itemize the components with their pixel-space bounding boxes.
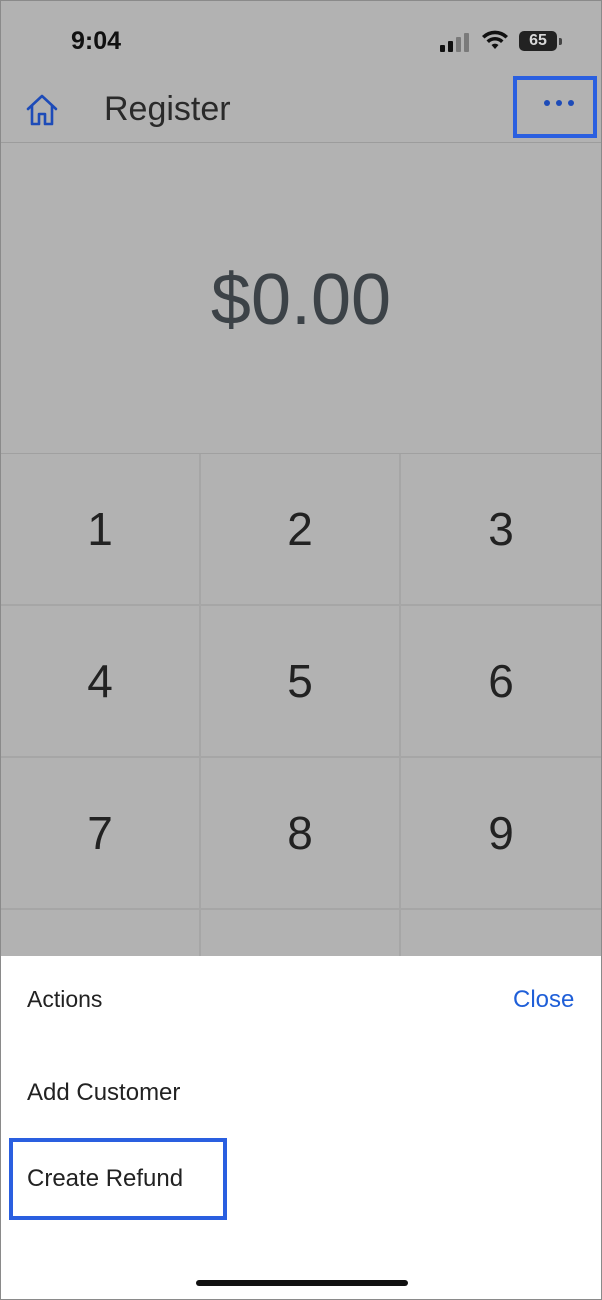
wifi-icon <box>482 30 508 49</box>
keypad-key-2[interactable]: 2 <box>201 454 401 606</box>
keypad-key-6[interactable]: 6 <box>401 606 601 758</box>
navigation-bar: Register <box>1 76 601 143</box>
more-options-button[interactable] <box>513 76 597 138</box>
ellipsis-icon <box>544 100 574 108</box>
home-indicator[interactable] <box>196 1280 408 1286</box>
phone-screen: 9:04 65 Register $0.00 1 2 3 4 5 6 7 8 9… <box>0 0 602 1300</box>
dimmed-register-screen: 9:04 65 Register $0.00 1 2 3 4 5 6 7 8 9 <box>1 1 601 1062</box>
cellular-signal-icon <box>440 32 470 52</box>
amount-display: $0.00 <box>210 260 392 340</box>
battery-level: 65 <box>529 32 547 49</box>
keypad-key-1[interactable]: 1 <box>1 454 201 606</box>
battery-icon: 65 <box>519 31 562 51</box>
keypad-key-4[interactable]: 4 <box>1 606 201 758</box>
home-icon[interactable] <box>23 91 61 129</box>
keypad-key-7[interactable]: 7 <box>1 758 201 910</box>
sheet-title: Actions <box>27 986 103 1012</box>
keypad-key-9[interactable]: 9 <box>401 758 601 910</box>
create-refund-action[interactable]: Create Refund <box>27 1165 183 1193</box>
status-time: 9:04 <box>71 27 122 55</box>
status-bar: 9:04 65 <box>1 1 601 81</box>
keypad: 1 2 3 4 5 6 7 8 9 <box>1 453 601 1062</box>
actions-sheet: Actions Close Add Customer Create Refund <box>1 956 601 1299</box>
keypad-key-3[interactable]: 3 <box>401 454 601 606</box>
close-button[interactable]: Close <box>513 986 574 1014</box>
keypad-key-5[interactable]: 5 <box>201 606 401 758</box>
page-title: Register <box>104 90 231 128</box>
add-customer-action[interactable]: Add Customer <box>27 1079 180 1107</box>
keypad-key-8[interactable]: 8 <box>201 758 401 910</box>
